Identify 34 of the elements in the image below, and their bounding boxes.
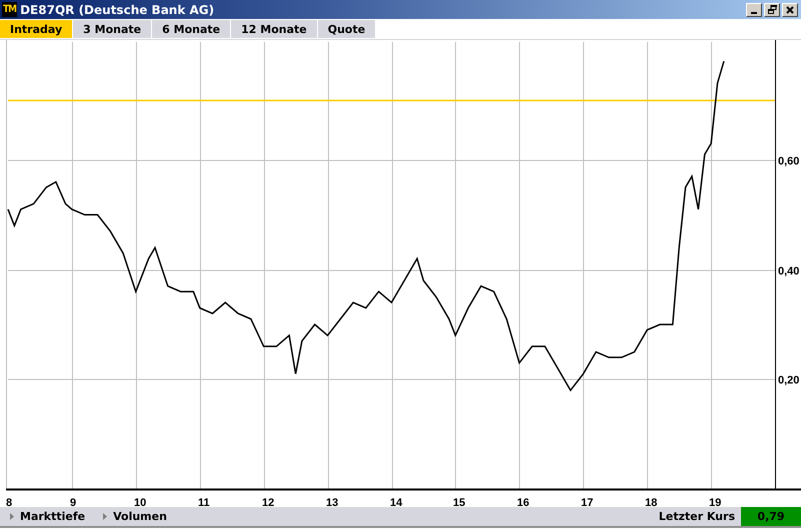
period-tab[interactable]: 3 Monate: [73, 20, 152, 38]
window-title: DE87QR (Deutsche Bank AG): [20, 2, 216, 16]
close-icon: [786, 6, 794, 14]
axis-tick-label: 11: [198, 497, 210, 507]
period-tab[interactable]: 6 Monate: [152, 20, 230, 38]
triangle-icon: [103, 513, 108, 520]
close-button[interactable]: [782, 2, 798, 16]
axis-tick-label: 14: [390, 497, 402, 507]
axis-tick-label: 9: [70, 497, 76, 507]
axis-tick-label: 18: [645, 497, 658, 507]
restore-icon: [768, 5, 776, 14]
axis-tick-label: 12: [262, 497, 274, 507]
axis-tick-label: 10: [134, 497, 146, 507]
panel-toggle-link[interactable]: Volumen: [93, 510, 175, 523]
axis-tick-label: 16: [517, 497, 530, 507]
app-logo: TM: [2, 2, 18, 17]
axis-tick-label: 13: [326, 497, 338, 507]
axis-tick-label: 0,40: [778, 266, 800, 278]
period-tab[interactable]: Intraday: [0, 20, 72, 38]
axis-tick-label: 0,20: [778, 374, 800, 386]
minimize-button[interactable]: [746, 2, 762, 16]
triangle-icon: [10, 513, 14, 520]
axis-tick-label: 8: [6, 497, 12, 507]
panel-toggle-link[interactable]: Markttiefe: [0, 510, 94, 523]
axis-tick-label: 19: [709, 497, 722, 507]
last-price-label: Letzter Kurs: [658, 510, 736, 523]
axis-tick-label: 15: [453, 497, 466, 507]
period-tab[interactable]: 12 Monate: [231, 20, 317, 38]
minimize-icon: [751, 12, 757, 14]
axis-tick-label: 0,60: [778, 156, 800, 168]
last-price-value: 0,79: [741, 507, 801, 526]
axis-tick-label: 17: [581, 497, 594, 507]
restore-button[interactable]: [764, 2, 780, 16]
period-tab[interactable]: Quote: [318, 20, 376, 38]
